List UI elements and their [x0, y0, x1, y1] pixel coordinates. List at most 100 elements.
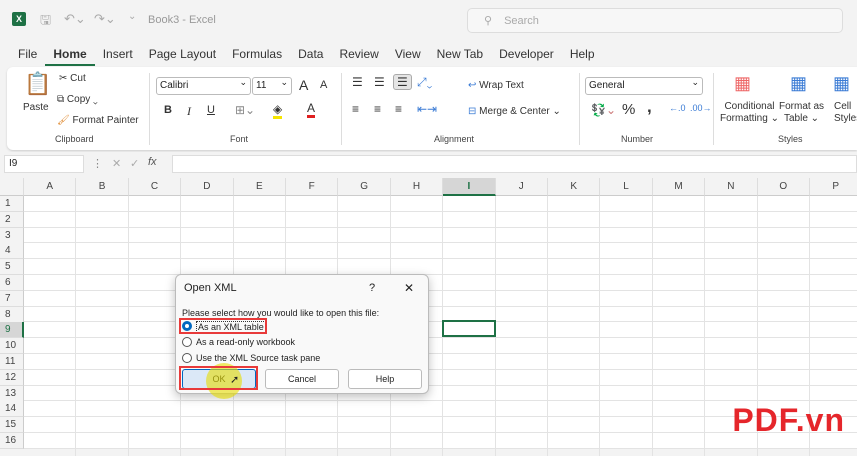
excel-logo-icon: X	[12, 12, 26, 26]
row-header-13[interactable]: 13	[0, 385, 24, 402]
customize-qat-icon[interactable]: ⌄	[128, 11, 136, 22]
row-header-15[interactable]: 15	[0, 417, 24, 434]
bold-button[interactable]: B	[164, 104, 172, 116]
row-header-7[interactable]: 7	[0, 290, 24, 307]
font-size-select[interactable]: 11	[252, 77, 292, 95]
tab-data[interactable]: Data	[290, 44, 331, 66]
radio-read-only-workbook[interactable]	[182, 337, 192, 347]
cancel-button[interactable]: Cancel	[265, 369, 339, 389]
align-middle-icon[interactable]: ☰	[374, 75, 385, 89]
column-header-E[interactable]: E	[233, 178, 286, 196]
option-read-only-label[interactable]: As a read-only workbook	[196, 337, 295, 347]
tab-page-layout[interactable]: Page Layout	[141, 44, 224, 66]
cell-styles-button[interactable]: CellStyles	[834, 101, 857, 125]
column-header-L[interactable]: L	[600, 178, 653, 196]
number-format-select[interactable]: General	[585, 77, 703, 95]
column-header-K[interactable]: K	[548, 178, 601, 196]
column-header-F[interactable]: F	[286, 178, 339, 196]
align-top-icon[interactable]: ☰	[352, 75, 363, 89]
orientation-icon[interactable]: ⤢⌄	[417, 75, 432, 90]
column-header-A[interactable]: A	[24, 178, 77, 196]
tab-formulas[interactable]: Formulas	[224, 44, 290, 66]
search-box[interactable]: ⚲ Search	[467, 8, 843, 33]
tab-help[interactable]: Help	[562, 44, 603, 66]
wrap-text-button[interactable]: ↩ Wrap Text	[468, 80, 524, 91]
row-header-16[interactable]: 16	[0, 433, 24, 449]
tab-view[interactable]: View	[387, 44, 429, 66]
row-header-9[interactable]: 9	[0, 322, 24, 339]
insert-function-icon[interactable]: fx	[148, 156, 157, 168]
help-icon[interactable]: ?	[369, 282, 375, 294]
enter-icon[interactable]: ✓	[130, 157, 139, 170]
row-header-1[interactable]: 1	[0, 196, 24, 212]
select-all-corner[interactable]	[0, 178, 24, 196]
tab-file[interactable]: File	[0, 44, 45, 66]
name-box[interactable]: I9	[4, 155, 84, 173]
paste-button[interactable]: Paste	[23, 102, 49, 113]
column-header-C[interactable]: C	[128, 178, 182, 196]
row-header-10[interactable]: 10	[0, 338, 24, 355]
format-painter-button[interactable]: 🖌 Format Painter	[57, 115, 139, 126]
column-header-P[interactable]: P	[810, 178, 857, 196]
help-button[interactable]: Help	[348, 369, 422, 389]
formula-input[interactable]	[172, 155, 857, 173]
column-header-H[interactable]: H	[390, 178, 444, 196]
align-left-icon[interactable]: ≡	[352, 102, 359, 116]
copy-button[interactable]: ⧉ Copy ⌄	[57, 94, 98, 105]
row-header-6[interactable]: 6	[0, 275, 24, 291]
indent-icon[interactable]: ⇤⇥	[417, 102, 437, 116]
conditional-formatting-button[interactable]: Conditional Formatting ⌄	[720, 101, 779, 125]
tab-review[interactable]: Review	[331, 44, 386, 66]
row-header-4[interactable]: 4	[0, 243, 24, 260]
wrap-text-icon: ↩	[468, 80, 480, 91]
close-button[interactable]: ✕	[404, 281, 414, 295]
grow-font-icon[interactable]: A	[299, 77, 308, 93]
column-header-B[interactable]: B	[76, 178, 129, 196]
undo-icon[interactable]: ↶⌄	[64, 11, 86, 27]
tab-insert[interactable]: Insert	[95, 44, 141, 66]
underline-button[interactable]: U	[207, 104, 215, 116]
row-header-11[interactable]: 11	[0, 354, 24, 370]
merge-center-button[interactable]: ⊟ Merge & Center ⌄	[468, 106, 561, 117]
font-color-icon[interactable]: A	[307, 101, 316, 118]
increase-decimal-icon[interactable]: ←.0	[669, 103, 686, 113]
column-header-N[interactable]: N	[705, 178, 758, 196]
column-header-O[interactable]: O	[757, 178, 810, 196]
option-xml-source-label[interactable]: Use the XML Source task pane	[196, 353, 320, 363]
borders-icon[interactable]: ⊞⌄	[235, 103, 255, 117]
tab-new-tab[interactable]: New Tab	[429, 44, 491, 66]
shrink-font-icon[interactable]: A	[320, 79, 327, 91]
redo-icon[interactable]: ↷⌄	[94, 11, 116, 27]
tab-home[interactable]: Home	[45, 44, 95, 66]
percent-button[interactable]: %	[622, 101, 635, 118]
column-header-D[interactable]: D	[181, 178, 234, 196]
column-header-I[interactable]: I	[443, 178, 496, 196]
cut-button[interactable]: ✂ Cut	[59, 73, 86, 84]
row-header-12[interactable]: 12	[0, 369, 24, 386]
column-header-J[interactable]: J	[495, 178, 548, 196]
format-as-table-button[interactable]: Format as Table ⌄	[779, 101, 824, 125]
radio-xml-source-pane[interactable]	[182, 353, 192, 363]
row-header-2[interactable]: 2	[0, 211, 24, 228]
align-center-icon[interactable]: ≡	[374, 102, 381, 116]
selected-cell[interactable]	[442, 320, 496, 337]
accounting-format-icon[interactable]: 💱⌄	[591, 103, 616, 117]
save-icon[interactable]: 🖫	[40, 11, 51, 33]
align-bottom-icon[interactable]: ☰	[393, 74, 412, 90]
row-header-14[interactable]: 14	[0, 401, 24, 418]
fill-color-icon[interactable]: ◈	[273, 102, 283, 119]
decrease-decimal-icon[interactable]: .00→	[690, 103, 712, 113]
grid-line	[24, 210, 857, 212]
paste-icon[interactable]: 📋	[24, 71, 51, 97]
font-name-select[interactable]: Calibri	[156, 77, 251, 95]
column-header-M[interactable]: M	[652, 178, 706, 196]
row-header-3[interactable]: 3	[0, 227, 24, 244]
row-header-5[interactable]: 5	[0, 259, 24, 276]
tab-developer[interactable]: Developer	[491, 44, 562, 66]
align-right-icon[interactable]: ≡	[395, 102, 402, 116]
row-header-8[interactable]: 8	[0, 306, 24, 323]
column-header-G[interactable]: G	[338, 178, 391, 196]
italic-button[interactable]: I	[187, 104, 191, 119]
comma-button[interactable]: ,	[647, 97, 652, 117]
cancel-icon[interactable]: ✕	[112, 157, 121, 170]
